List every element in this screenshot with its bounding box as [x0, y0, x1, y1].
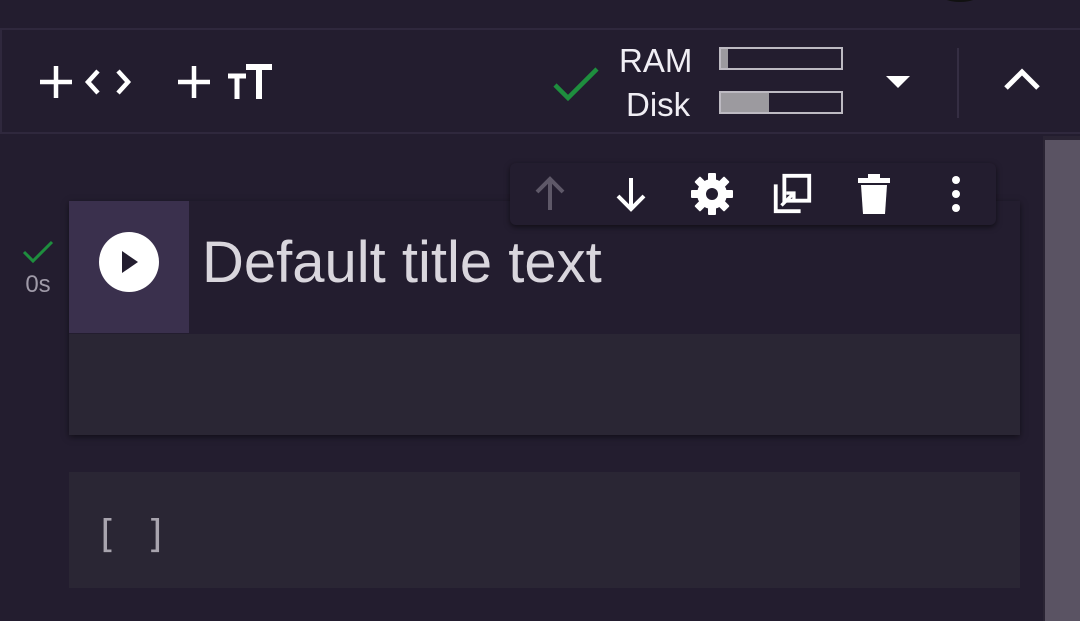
gear-icon [691, 173, 733, 215]
caret-down-icon [886, 76, 910, 88]
cell-output-area [69, 334, 1020, 435]
run-cell-button[interactable] [99, 232, 159, 292]
chevron-up-icon [1004, 68, 1040, 90]
more-vert-icon [952, 176, 960, 212]
add-code-icon [40, 66, 132, 98]
delete-cell-button[interactable] [852, 172, 896, 216]
execution-count[interactable]: [ ] [95, 512, 170, 556]
notebook-toolbar: RAM Disk [0, 30, 1080, 134]
move-cell-up-button[interactable] [528, 172, 572, 216]
add-code-button[interactable] [38, 62, 134, 102]
mirror-cell-button[interactable] [770, 172, 814, 216]
scrollbar-thumb[interactable] [1045, 140, 1080, 621]
disk-label: Disk [626, 86, 691, 123]
execution-time: 0s [25, 271, 51, 298]
collapse-header-button[interactable] [1002, 66, 1042, 92]
avatar[interactable] [940, 0, 980, 2]
form-cell[interactable]: Default title text [69, 201, 1020, 435]
cell-settings-button[interactable] [690, 172, 734, 216]
move-cell-down-button[interactable] [609, 172, 653, 216]
arrow-up-icon [535, 176, 565, 210]
cell-toolbar [510, 163, 996, 225]
add-text-icon [178, 64, 272, 99]
code-cell[interactable]: [ ] [69, 472, 1020, 588]
connected-check-icon [552, 66, 600, 107]
more-options-button[interactable] [934, 172, 978, 216]
mirror-cell-icon [773, 173, 812, 214]
ram-usage-bar [719, 47, 843, 70]
ram-label: RAM [619, 42, 693, 79]
add-text-button[interactable] [176, 62, 276, 102]
arrow-down-icon [616, 178, 646, 212]
resources-dropdown-button[interactable] [880, 70, 916, 90]
top-strip [0, 0, 1080, 30]
run-area [69, 201, 189, 333]
success-check-icon [22, 240, 54, 264]
disk-usage-bar [719, 91, 843, 114]
cell-title[interactable]: Default title text [202, 229, 602, 296]
toolbar-divider [957, 48, 959, 118]
play-icon [122, 251, 138, 273]
cell-status: 0s [20, 238, 56, 299]
trash-icon [858, 174, 890, 214]
